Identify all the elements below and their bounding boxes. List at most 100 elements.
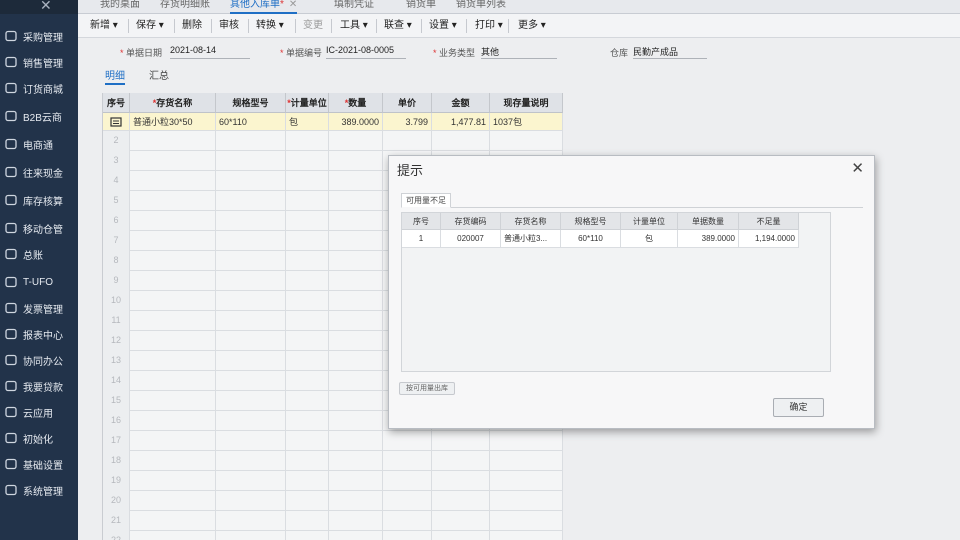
grid-cell[interactable] bbox=[490, 511, 563, 531]
grid-cell[interactable] bbox=[286, 451, 329, 471]
sidebar-item[interactable]: 基础设置 bbox=[0, 452, 78, 476]
tab-my-desktop[interactable]: 我的桌面 bbox=[100, 0, 140, 14]
grid-cell[interactable] bbox=[130, 351, 216, 371]
grid-cell[interactable] bbox=[216, 371, 286, 391]
grid-cell[interactable] bbox=[286, 211, 329, 231]
grid-cell[interactable] bbox=[286, 271, 329, 291]
outbound-by-available-button[interactable]: 按可用量出库 bbox=[399, 382, 455, 395]
grid-cell[interactable] bbox=[216, 351, 286, 371]
cell-qty[interactable]: 389.0000 bbox=[329, 113, 383, 131]
grid-cell[interactable] bbox=[329, 191, 383, 211]
grid-cell[interactable] bbox=[329, 511, 383, 531]
grid-cell[interactable] bbox=[383, 431, 432, 451]
grid-cell[interactable] bbox=[490, 531, 563, 540]
grid-cell[interactable] bbox=[329, 271, 383, 291]
grid-cell[interactable] bbox=[329, 331, 383, 351]
new-button[interactable]: 新增 ▾ bbox=[90, 18, 118, 34]
grid-cell[interactable] bbox=[130, 531, 216, 540]
grid-cell[interactable] bbox=[216, 471, 286, 491]
grid-cell[interactable] bbox=[329, 251, 383, 271]
tab-insufficient[interactable]: 可用量不足 bbox=[401, 193, 451, 208]
grid-cell[interactable] bbox=[329, 311, 383, 331]
sidebar-item[interactable]: B2B云商 bbox=[0, 104, 78, 128]
grid-cell[interactable] bbox=[130, 131, 216, 151]
row-handle-icon[interactable] bbox=[103, 113, 130, 131]
grid-cell[interactable] bbox=[329, 291, 383, 311]
grid-cell[interactable] bbox=[329, 451, 383, 471]
grid-cell[interactable] bbox=[490, 431, 563, 451]
grid-cell[interactable] bbox=[286, 191, 329, 211]
sidebar-item[interactable]: 销售管理 bbox=[0, 50, 78, 74]
grid-cell[interactable] bbox=[286, 371, 329, 391]
grid-cell[interactable] bbox=[286, 511, 329, 531]
tab-sales-order[interactable]: 销货单 bbox=[406, 0, 436, 14]
grid-cell[interactable] bbox=[383, 131, 432, 151]
grid-cell[interactable] bbox=[383, 491, 432, 511]
type-field[interactable]: 其他 bbox=[481, 45, 557, 59]
cell-amount[interactable]: 1,477.81 bbox=[432, 113, 490, 131]
sidebar-item[interactable]: 移动仓管 bbox=[0, 216, 78, 240]
sidebar-item[interactable]: 电商通 bbox=[0, 132, 78, 156]
table-row[interactable]: 19 bbox=[103, 471, 563, 491]
grid-cell[interactable] bbox=[130, 231, 216, 251]
grid-cell[interactable] bbox=[216, 291, 286, 311]
grid-cell[interactable] bbox=[286, 231, 329, 251]
table-row[interactable]: 21 bbox=[103, 511, 563, 531]
cell-spec[interactable]: 60*110 bbox=[216, 113, 286, 131]
grid-cell[interactable] bbox=[383, 471, 432, 491]
date-field[interactable]: 2021-08-14 bbox=[170, 45, 250, 59]
grid-cell[interactable] bbox=[432, 131, 490, 151]
close-icon[interactable]: ✕ bbox=[40, 0, 52, 14]
grid-cell[interactable] bbox=[216, 231, 286, 251]
subtab-detail[interactable]: 明细 bbox=[105, 67, 125, 85]
table-row[interactable]: 20 bbox=[103, 491, 563, 511]
grid-cell[interactable] bbox=[329, 211, 383, 231]
sidebar-item[interactable]: 发票管理 bbox=[0, 296, 78, 320]
grid-cell[interactable] bbox=[383, 451, 432, 471]
sidebar-item[interactable]: 我要贷款 bbox=[0, 374, 78, 398]
grid-cell[interactable] bbox=[216, 151, 286, 171]
more-button[interactable]: 更多 ▾ bbox=[518, 18, 546, 34]
grid-cell[interactable] bbox=[130, 471, 216, 491]
sidebar-item[interactable]: 协同办公 bbox=[0, 348, 78, 372]
grid-cell[interactable] bbox=[130, 151, 216, 171]
sidebar-item[interactable]: 云应用 bbox=[0, 400, 78, 424]
close-tab-icon[interactable]: ✕ bbox=[289, 0, 297, 10]
grid-cell[interactable] bbox=[286, 331, 329, 351]
sidebar-item[interactable]: 采购管理 bbox=[0, 24, 78, 48]
grid-cell[interactable] bbox=[216, 271, 286, 291]
grid-cell[interactable] bbox=[216, 311, 286, 331]
tab-other-inbound[interactable]: 其他入库单* ✕ bbox=[230, 0, 298, 14]
grid-cell[interactable] bbox=[216, 171, 286, 191]
grid-cell[interactable] bbox=[130, 271, 216, 291]
grid-cell[interactable] bbox=[286, 491, 329, 511]
grid-cell[interactable] bbox=[329, 171, 383, 191]
grid-cell[interactable] bbox=[490, 471, 563, 491]
grid-cell[interactable] bbox=[130, 311, 216, 331]
save-button[interactable]: 保存 ▾ bbox=[136, 18, 164, 34]
grid-cell[interactable] bbox=[432, 471, 490, 491]
grid-cell[interactable] bbox=[130, 391, 216, 411]
grid-cell[interactable] bbox=[286, 351, 329, 371]
sidebar-item[interactable]: 总账 bbox=[0, 242, 78, 266]
grid-cell[interactable] bbox=[286, 531, 329, 540]
grid-cell[interactable] bbox=[130, 251, 216, 271]
tab-voucher[interactable]: 填制凭证 bbox=[334, 0, 374, 14]
cell-price[interactable]: 3.799 bbox=[383, 113, 432, 131]
sidebar-item[interactable]: 报表中心 bbox=[0, 322, 78, 346]
grid-cell[interactable] bbox=[490, 451, 563, 471]
grid-cell[interactable] bbox=[329, 411, 383, 431]
grid-cell[interactable] bbox=[216, 451, 286, 471]
grid-cell[interactable] bbox=[216, 211, 286, 231]
grid-cell[interactable] bbox=[286, 311, 329, 331]
grid-cell[interactable] bbox=[130, 291, 216, 311]
grid-cell[interactable] bbox=[490, 491, 563, 511]
sidebar-item[interactable]: 初始化 bbox=[0, 426, 78, 450]
query-button[interactable]: 联查 ▾ bbox=[384, 18, 412, 34]
sidebar-item[interactable]: 库存核算 bbox=[0, 188, 78, 212]
grid-cell[interactable] bbox=[286, 411, 329, 431]
sidebar-item[interactable]: T-UFO bbox=[0, 270, 78, 294]
grid-cell[interactable] bbox=[286, 291, 329, 311]
cell-unit[interactable]: 包 bbox=[286, 113, 329, 131]
grid-cell[interactable] bbox=[286, 471, 329, 491]
